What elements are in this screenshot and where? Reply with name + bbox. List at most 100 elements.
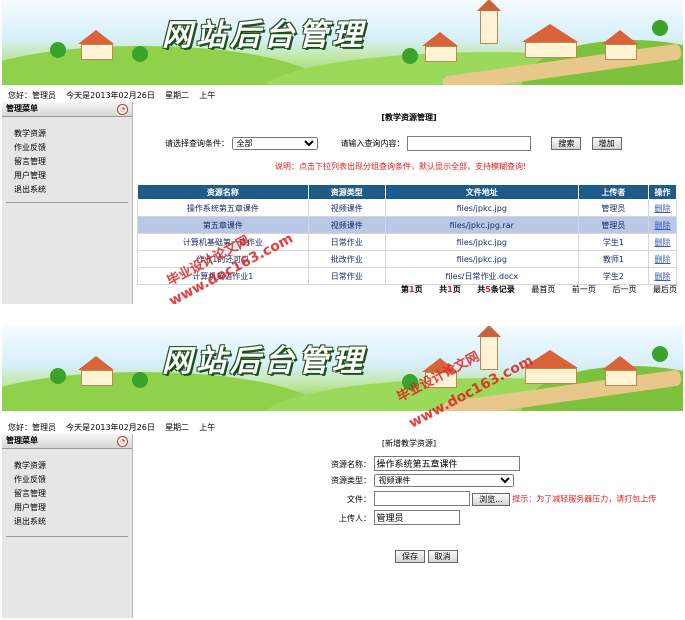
weekday: 星期二 [165, 423, 190, 432]
upload-tip: 提示：为了减轻服务器压力，请打包上传 [512, 494, 657, 504]
weekday: 星期二 [165, 91, 190, 100]
next-page-link[interactable]: 后一页 [612, 285, 636, 294]
sidebar-item-homework-feedback[interactable]: 作业反馈 [14, 141, 132, 155]
cell-uploader: 管理员 [577, 216, 650, 234]
resource-list-screenshot: 网站后台管理 您好：管理员 今天是2013年02月26日 星期二 上午 管理菜单… [2, 0, 683, 304]
first-page-link[interactable]: 最首页 [531, 285, 555, 294]
file-row: 文件： 浏览... 提示：为了减轻服务器压力，请打包上传 [315, 491, 656, 506]
cell-type: 视频课件 [307, 216, 386, 234]
table-row[interactable]: 作业1的还可以 批改作业 files/jpkc.jpg 教师1 删除 [137, 250, 677, 268]
table-row[interactable]: 第五章课件 视频课件 files/jpkc.jpg.rar 管理员 删除 [137, 216, 677, 234]
column-header: 资源名称 [137, 184, 309, 200]
sidebar-item-users[interactable]: 用户管理 [14, 501, 132, 515]
cell-path: files/jpkc.jpg [384, 233, 579, 251]
cell-name: 计算机英语作业1 [137, 267, 309, 285]
add-resource-screenshot: 网站后台管理 您好：管理员 今天是2013年02月26日 星期二 上午 管理菜单… [2, 326, 683, 618]
house-illustration [78, 30, 114, 60]
uploader-row: 上传人： [315, 510, 460, 525]
cell-name: 第五章课件 [137, 216, 309, 234]
file-label: 文件： [347, 494, 371, 504]
sidebar-header: 管理菜单 ◔ [2, 434, 132, 449]
form-title: [新增教学资源] [381, 439, 437, 448]
resource-table: 资源名称 资源类型 文件地址 上传者 操作 操作系统第五章课件 视频课件 fil… [137, 184, 677, 285]
banner-title: 网站后台管理 [162, 18, 366, 53]
browse-button[interactable]: 浏览... [472, 492, 510, 506]
record-total: 共5条记录 [477, 285, 515, 294]
cell-uploader: 管理员 [577, 199, 650, 217]
sidebar-item-messages[interactable]: 留言管理 [14, 155, 132, 169]
sidebar-header: 管理菜单 ◔ [2, 102, 132, 117]
cell-type: 视频课件 [307, 199, 386, 217]
user-info-bar: 您好：管理员 今天是2013年02月26日 星期二 上午 [8, 422, 215, 433]
main-content: [新增教学资源] 资源名称： 资源类型： 视频课件 文件： 浏览... 提示：为… [135, 434, 683, 618]
sidebar-menu: 教学资源 作业反馈 留言管理 用户管理 退出系统 [2, 449, 132, 529]
cell-name: 作业1的还可以 [137, 250, 309, 268]
cell-type: 日常作业 [307, 267, 386, 285]
greeting: 您好：管理员 [8, 91, 56, 100]
banner-title: 网站后台管理 [162, 344, 366, 379]
cancel-button[interactable]: 取消 [427, 550, 458, 563]
current-date: 今天是2013年02月26日 [66, 423, 155, 432]
type-row: 资源类型： 视频课件 [315, 474, 514, 487]
sidebar-item-users[interactable]: 用户管理 [14, 169, 132, 183]
cell-uploader: 学生2 [577, 267, 650, 285]
last-page-link[interactable]: 最后页 [653, 285, 677, 294]
delete-link[interactable]: 删除 [648, 233, 677, 251]
cell-path: files/jpkc.jpg.rar [384, 216, 579, 234]
column-header: 资源类型 [307, 184, 386, 200]
sidebar: 管理菜单 ◔ 教学资源 作业反馈 留言管理 用户管理 退出系统 [2, 102, 133, 304]
query-input-label: 请输入查询内容： [340, 139, 405, 148]
cell-type: 批改作业 [307, 250, 386, 268]
header-banner: 网站后台管理 [2, 0, 683, 85]
page-current: 第1页 [400, 285, 423, 294]
sidebar-item-resources[interactable]: 教学资源 [14, 459, 132, 473]
type-label: 资源类型： [331, 476, 371, 485]
sidebar-item-resources[interactable]: 教学资源 [14, 127, 132, 141]
search-button[interactable]: 搜索 [551, 137, 582, 150]
column-header: 操作 [648, 184, 677, 200]
cell-path: files/jpkc.jpg [384, 199, 579, 217]
main-content: [教学资源管理] 请选择查询条件： 全部 请输入查询内容： 搜索 增加 说明：点… [135, 102, 683, 304]
add-button[interactable]: 增加 [591, 137, 622, 150]
name-row: 资源名称： [315, 456, 520, 471]
user-info-bar: 您好：管理员 今天是2013年02月26日 星期二 上午 [8, 90, 215, 101]
prev-page-link[interactable]: 前一页 [572, 285, 596, 294]
uploader-label: 上传人： [339, 514, 371, 523]
sidebar-item-homework-feedback[interactable]: 作业反馈 [14, 473, 132, 487]
search-input[interactable] [406, 136, 531, 151]
name-label: 资源名称： [331, 460, 371, 469]
sidebar-item-messages[interactable]: 留言管理 [14, 487, 132, 501]
sidebar-item-logout[interactable]: 退出系统 [14, 183, 132, 197]
delete-link[interactable]: 删除 [648, 250, 677, 268]
resource-type-select[interactable]: 视频课件 [373, 474, 514, 487]
sidebar-menu: 教学资源 作业反馈 留言管理 用户管理 退出系统 [2, 117, 132, 197]
sidebar-divider [6, 202, 128, 203]
cell-name: 操作系统第五章课件 [137, 199, 309, 217]
sidebar-item-logout[interactable]: 退出系统 [14, 515, 132, 529]
query-condition-select[interactable]: 全部 [231, 137, 318, 150]
current-date: 今天是2013年02月26日 [66, 91, 155, 100]
file-path-input[interactable] [373, 491, 470, 506]
query-condition-label: 请选择查询条件： [165, 139, 229, 148]
column-header: 上传者 [577, 184, 650, 200]
save-button[interactable]: 保存 [395, 550, 425, 563]
delete-link[interactable]: 删除 [648, 216, 677, 234]
collapse-icon[interactable]: ◔ [117, 104, 128, 115]
delete-link[interactable]: 删除 [648, 267, 677, 285]
resource-name-input[interactable] [373, 456, 520, 471]
uploader-input[interactable] [373, 510, 460, 525]
sidebar-title: 管理菜单 [6, 104, 38, 113]
table-row[interactable]: 计算机基础第一章作业 日常作业 files/jpkc.jpg 学生1 删除 [137, 233, 677, 251]
cell-path: files/jpkc.jpg [384, 250, 579, 268]
cell-uploader: 教师1 [577, 250, 650, 268]
delete-link[interactable]: 删除 [648, 199, 677, 217]
time-period: 上午 [199, 91, 216, 100]
page-title: [教学资源管理] [381, 113, 437, 122]
pagination: 第1页 共1页 共5条记录 最首页 前一页 后一页 最后页 [387, 284, 677, 295]
column-header: 文件地址 [384, 184, 579, 200]
table-row[interactable]: 计算机英语作业1 日常作业 files/日常作业.docx 学生2 删除 [137, 267, 677, 285]
table-row[interactable]: 操作系统第五章课件 视频课件 files/jpkc.jpg 管理员 删除 [137, 199, 677, 217]
collapse-icon[interactable]: ◔ [117, 436, 128, 447]
query-bar: 请选择查询条件： 全部 请输入查询内容： 搜索 增加 [165, 136, 622, 151]
sidebar-divider [6, 536, 128, 537]
